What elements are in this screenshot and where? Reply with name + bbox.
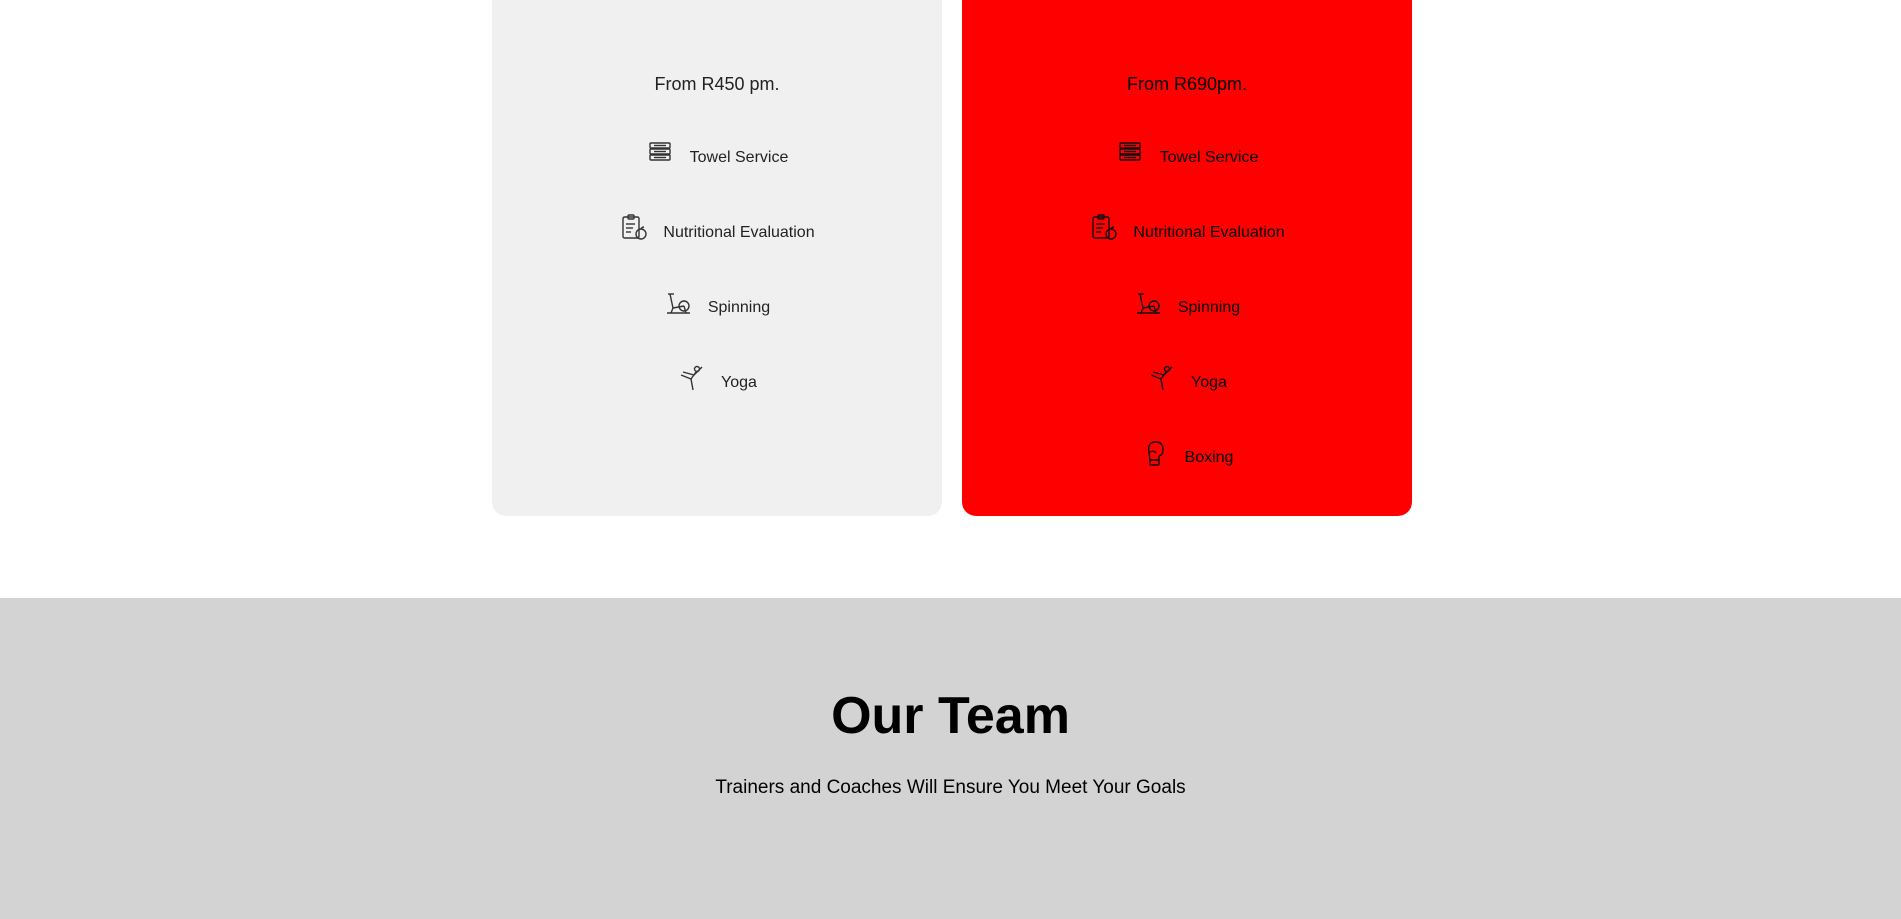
feature-nutritional-evaluation: Nutritional Evaluation: [492, 214, 942, 243]
feature-label: Towel Service: [1159, 149, 1259, 166]
feature-label: Nutritional Evaluation: [1133, 224, 1285, 241]
feature-label: Nutritional Evaluation: [663, 224, 815, 241]
feature-towel-service: Towel Service: [492, 142, 942, 168]
pricing-card-basic: From R450 pm. Towel Service Nutritional …: [492, 0, 942, 516]
feature-label: Yoga: [721, 374, 757, 391]
feature-boxing: Boxing: [962, 441, 1412, 468]
exercise-bike-icon: [1134, 288, 1164, 318]
team-title: Our Team: [831, 687, 1070, 745]
clipboard-apple-icon: [619, 213, 649, 243]
feature-label: Boxing: [1184, 449, 1234, 466]
feature-nutritional-evaluation: Nutritional Evaluation: [962, 214, 1412, 243]
price-premium: From R690pm.: [1126, 74, 1248, 94]
pricing-card-premium: From R690pm. Towel Service Nutritional E…: [962, 0, 1412, 516]
feature-spinning: Spinning: [492, 293, 942, 318]
clipboard-apple-icon: [1089, 213, 1119, 243]
boxing-glove-icon: [1141, 438, 1171, 468]
feature-label: Spinning: [1177, 299, 1241, 316]
exercise-bike-icon: [664, 288, 694, 318]
towel-stack-icon: [1116, 138, 1146, 168]
feature-yoga: Yoga: [492, 365, 942, 393]
feature-spinning: Spinning: [962, 293, 1412, 318]
towel-stack-icon: [646, 138, 676, 168]
yoga-pose-icon: [1147, 363, 1177, 393]
yoga-pose-icon: [677, 363, 707, 393]
feature-yoga: Yoga: [962, 365, 1412, 393]
feature-label: Spinning: [707, 299, 771, 316]
price-basic: From R450 pm.: [654, 74, 780, 94]
team-section: Our Team Trainers and Coaches Will Ensur…: [0, 598, 1901, 919]
feature-label: Towel Service: [689, 149, 789, 166]
feature-label: Yoga: [1191, 374, 1227, 391]
team-subtitle: Trainers and Coaches Will Ensure You Mee…: [715, 777, 1186, 798]
feature-towel-service: Towel Service: [962, 142, 1412, 168]
pricing-section: From R450 pm. Towel Service Nutritional …: [0, 0, 1901, 598]
